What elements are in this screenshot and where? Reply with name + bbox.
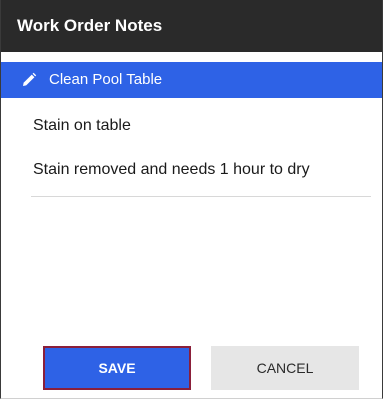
pencil-icon [21,72,37,88]
divider [31,196,371,197]
note-item[interactable]: Stain removed and needs 1 hour to dry [33,156,371,200]
note-item[interactable]: Stain on table [33,112,371,156]
work-order-notes-dialog: Work Order Notes Clean Pool Table Stain … [0,0,383,399]
save-button[interactable]: SAVE [43,346,191,390]
dialog-title: Work Order Notes [1,0,382,52]
task-item-selected[interactable]: Clean Pool Table [1,62,382,98]
cancel-button[interactable]: CANCEL [211,346,359,390]
notes-list: Stain on table Stain removed and needs 1… [33,112,371,200]
task-label: Clean Pool Table [49,71,163,88]
